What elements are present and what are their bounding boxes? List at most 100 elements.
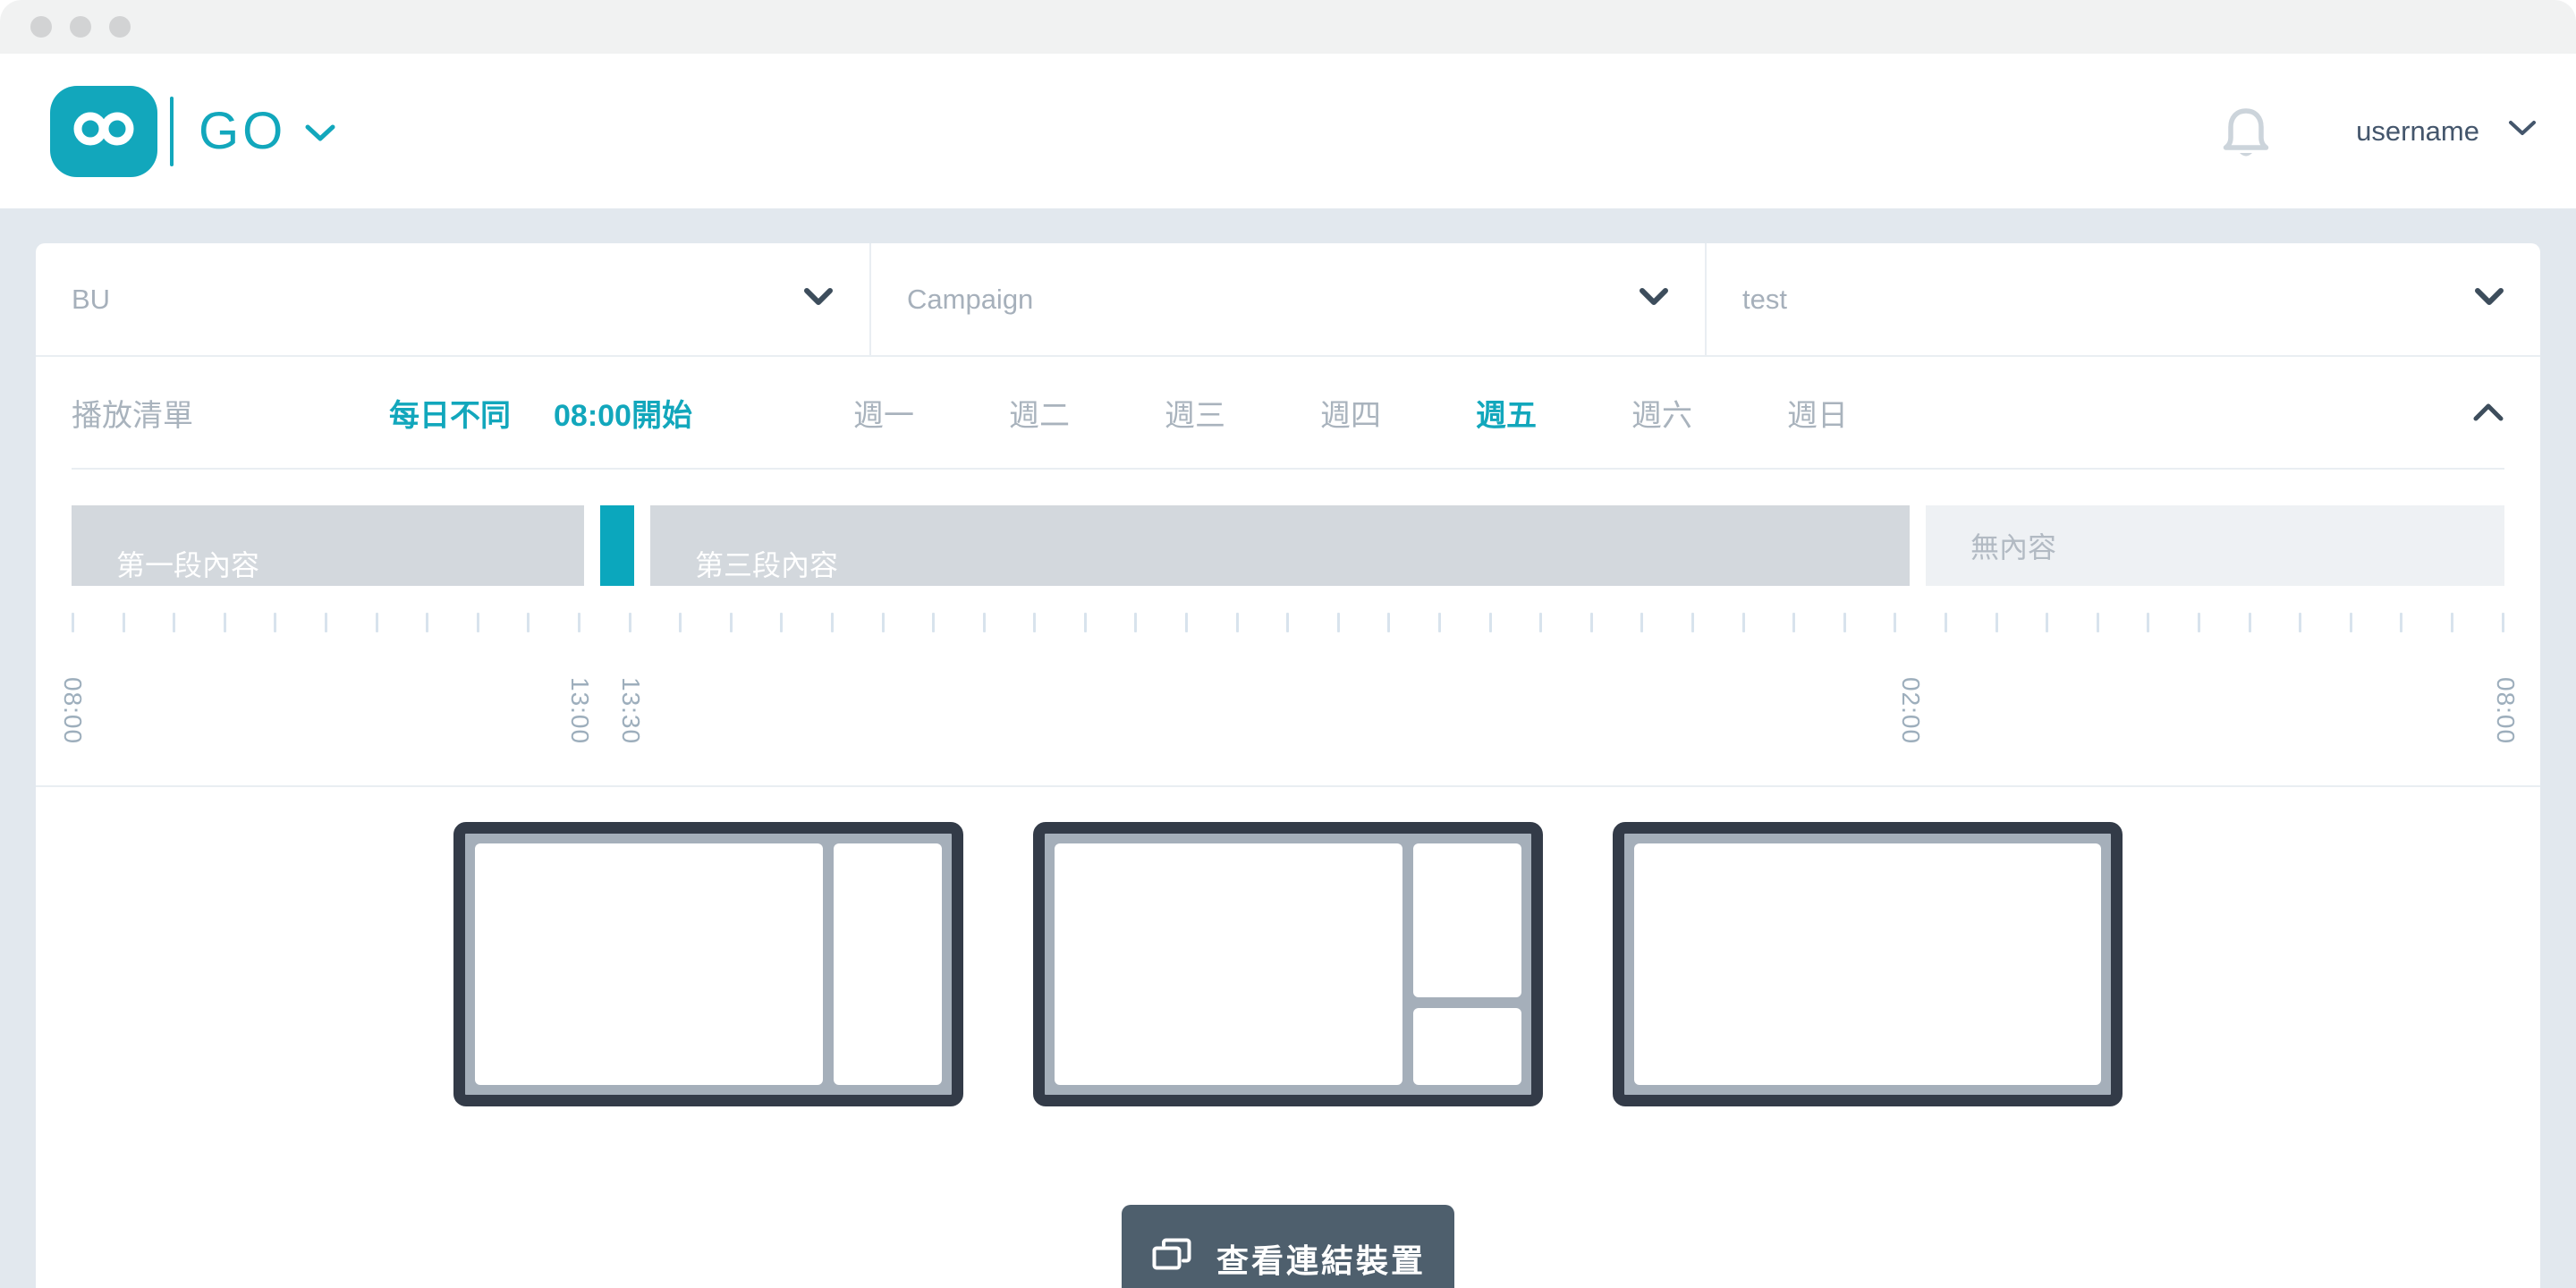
ruler-tick (477, 613, 479, 632)
chevron-down-icon (803, 288, 834, 310)
filter-value: test (1742, 284, 2474, 316)
weekday-tab-週二[interactable]: 週二 (1009, 391, 1070, 435)
ruler-tick (983, 613, 986, 632)
ruler-tick (2502, 613, 2504, 632)
time-label: 13:00 (565, 677, 594, 744)
chevron-down-icon (1639, 288, 1669, 310)
chevron-down-icon[interactable] (304, 123, 336, 148)
screen-pane (1055, 843, 1402, 1085)
layout-main-plus-side-split (1033, 822, 1543, 1106)
filter-dropdown-2[interactable]: Campaign (869, 243, 1705, 355)
app-window: GO username BUCampaigntest (0, 0, 2576, 1288)
ruler-tick (1337, 613, 1340, 632)
screen-pane (475, 843, 823, 1085)
time-label: 08:00 (58, 677, 87, 744)
ruler-tick (173, 613, 175, 632)
screen-pane (1413, 1008, 1521, 1085)
filter-dropdown-3[interactable]: test (1705, 243, 2540, 355)
timeline-segment-4[interactable]: 無內容 (1926, 505, 2504, 586)
ruler-tick (1185, 613, 1188, 632)
ruler-tick (1640, 613, 1643, 632)
weekday-tab-週三[interactable]: 週三 (1165, 391, 1225, 435)
playlist-mode[interactable]: 每日不同 (389, 391, 511, 435)
screen-pane (1634, 843, 2101, 1085)
ruler-tick (1084, 613, 1087, 632)
screen-column (1634, 843, 2101, 1085)
weekday-tab-週日[interactable]: 週日 (1787, 391, 1848, 435)
playlist-row: 播放清單 每日不同 08:00開始 週一週二週三週四週五週六週日 (36, 357, 2540, 468)
ruler-tick (932, 613, 935, 632)
weekday-tab-週六[interactable]: 週六 (1631, 391, 1692, 435)
ruler-tick (1894, 613, 1896, 632)
ruler-tick (1792, 613, 1795, 632)
timeline-segment-3[interactable]: 第三段內容 (650, 505, 1910, 586)
ruler-tick (426, 613, 428, 632)
ruler-tick (2249, 613, 2251, 632)
ruler-tick (1996, 613, 1998, 632)
ruler-tick (1843, 613, 1846, 632)
ruler-tick (1286, 613, 1289, 632)
ruler-tick (578, 613, 580, 632)
ruler-tick (2400, 613, 2402, 632)
timeline: 第一段內容第三段內容無內容 08:00 13:00 13:30 02:00 08:00 (36, 470, 2540, 785)
chevron-up-icon[interactable] (2472, 402, 2504, 423)
chevron-down-icon (2508, 120, 2537, 142)
timeline-segment-2[interactable] (600, 505, 634, 586)
screen-pane (834, 843, 942, 1085)
ruler-tick (224, 613, 226, 632)
weekday-tab-週五[interactable]: 週五 (1476, 391, 1537, 435)
ruler-tick (2147, 613, 2149, 632)
ruler-tick (1691, 613, 1694, 632)
time-label: 08:00 (2491, 677, 2520, 744)
layout-main-plus-side (453, 822, 963, 1106)
ruler-tick (527, 613, 530, 632)
filter-value: Campaign (907, 284, 1639, 316)
window-control-dot[interactable] (109, 16, 131, 38)
ruler-tick (831, 613, 834, 632)
ruler-tick (2046, 613, 2048, 632)
infinity-icon (69, 108, 139, 154)
timeline-ruler (72, 613, 2504, 632)
screen-column (1413, 843, 1521, 1085)
username-label: username (2356, 115, 2479, 148)
weekday-tab-週四[interactable]: 週四 (1320, 391, 1381, 435)
ruler-tick (2299, 613, 2301, 632)
ruler-tick (882, 613, 885, 632)
window-control-dot[interactable] (70, 16, 91, 38)
window-titlebar (0, 0, 2576, 54)
chevron-down-icon (2474, 288, 2504, 310)
ruler-tick (1033, 613, 1036, 632)
view-linked-devices-label: 查看連結裝置 (1216, 1235, 1426, 1282)
window-control-dot[interactable] (30, 16, 52, 38)
playlist-start-time[interactable]: 08:00開始 (554, 391, 692, 435)
brand-divider (170, 97, 174, 166)
time-label: 13:30 (616, 677, 645, 744)
ruler-tick (1489, 613, 1492, 632)
content-area: BUCampaigntest 播放清單 每日不同 08:00開始 週一週二週三週… (0, 208, 2576, 1288)
ruler-tick (72, 613, 74, 632)
ruler-tick (1438, 613, 1441, 632)
ruler-tick (1945, 613, 1947, 632)
ruler-tick (1539, 613, 1542, 632)
filter-dropdown-1[interactable]: BU (36, 243, 869, 355)
ruler-tick (679, 613, 682, 632)
screen-pane (1413, 843, 1521, 997)
ruler-tick (1590, 613, 1593, 632)
filter-row: BU Campaign test (36, 243, 2540, 355)
stacked-screens-icon (1150, 1236, 1193, 1282)
timeline-segment-1[interactable]: 第一段內容 (72, 505, 584, 586)
filter-value: BU (72, 284, 803, 316)
ruler-tick (376, 613, 378, 632)
ruler-tick (730, 613, 733, 632)
ruler-tick (1236, 613, 1239, 632)
brand-logo[interactable] (50, 86, 157, 177)
time-label: 02:00 (1896, 677, 1925, 744)
weekday-tabs: 週一 週二 週三 週四 週五 週六 週日 (853, 391, 1848, 435)
ruler-tick (1742, 613, 1745, 632)
screen-column (834, 843, 942, 1085)
bell-icon[interactable] (2222, 104, 2270, 159)
view-linked-devices-button[interactable]: 查看連結裝置 (1122, 1205, 1454, 1288)
weekday-tab-週一[interactable]: 週一 (853, 391, 914, 435)
ruler-tick (274, 613, 276, 632)
user-menu[interactable]: username (2356, 115, 2537, 148)
